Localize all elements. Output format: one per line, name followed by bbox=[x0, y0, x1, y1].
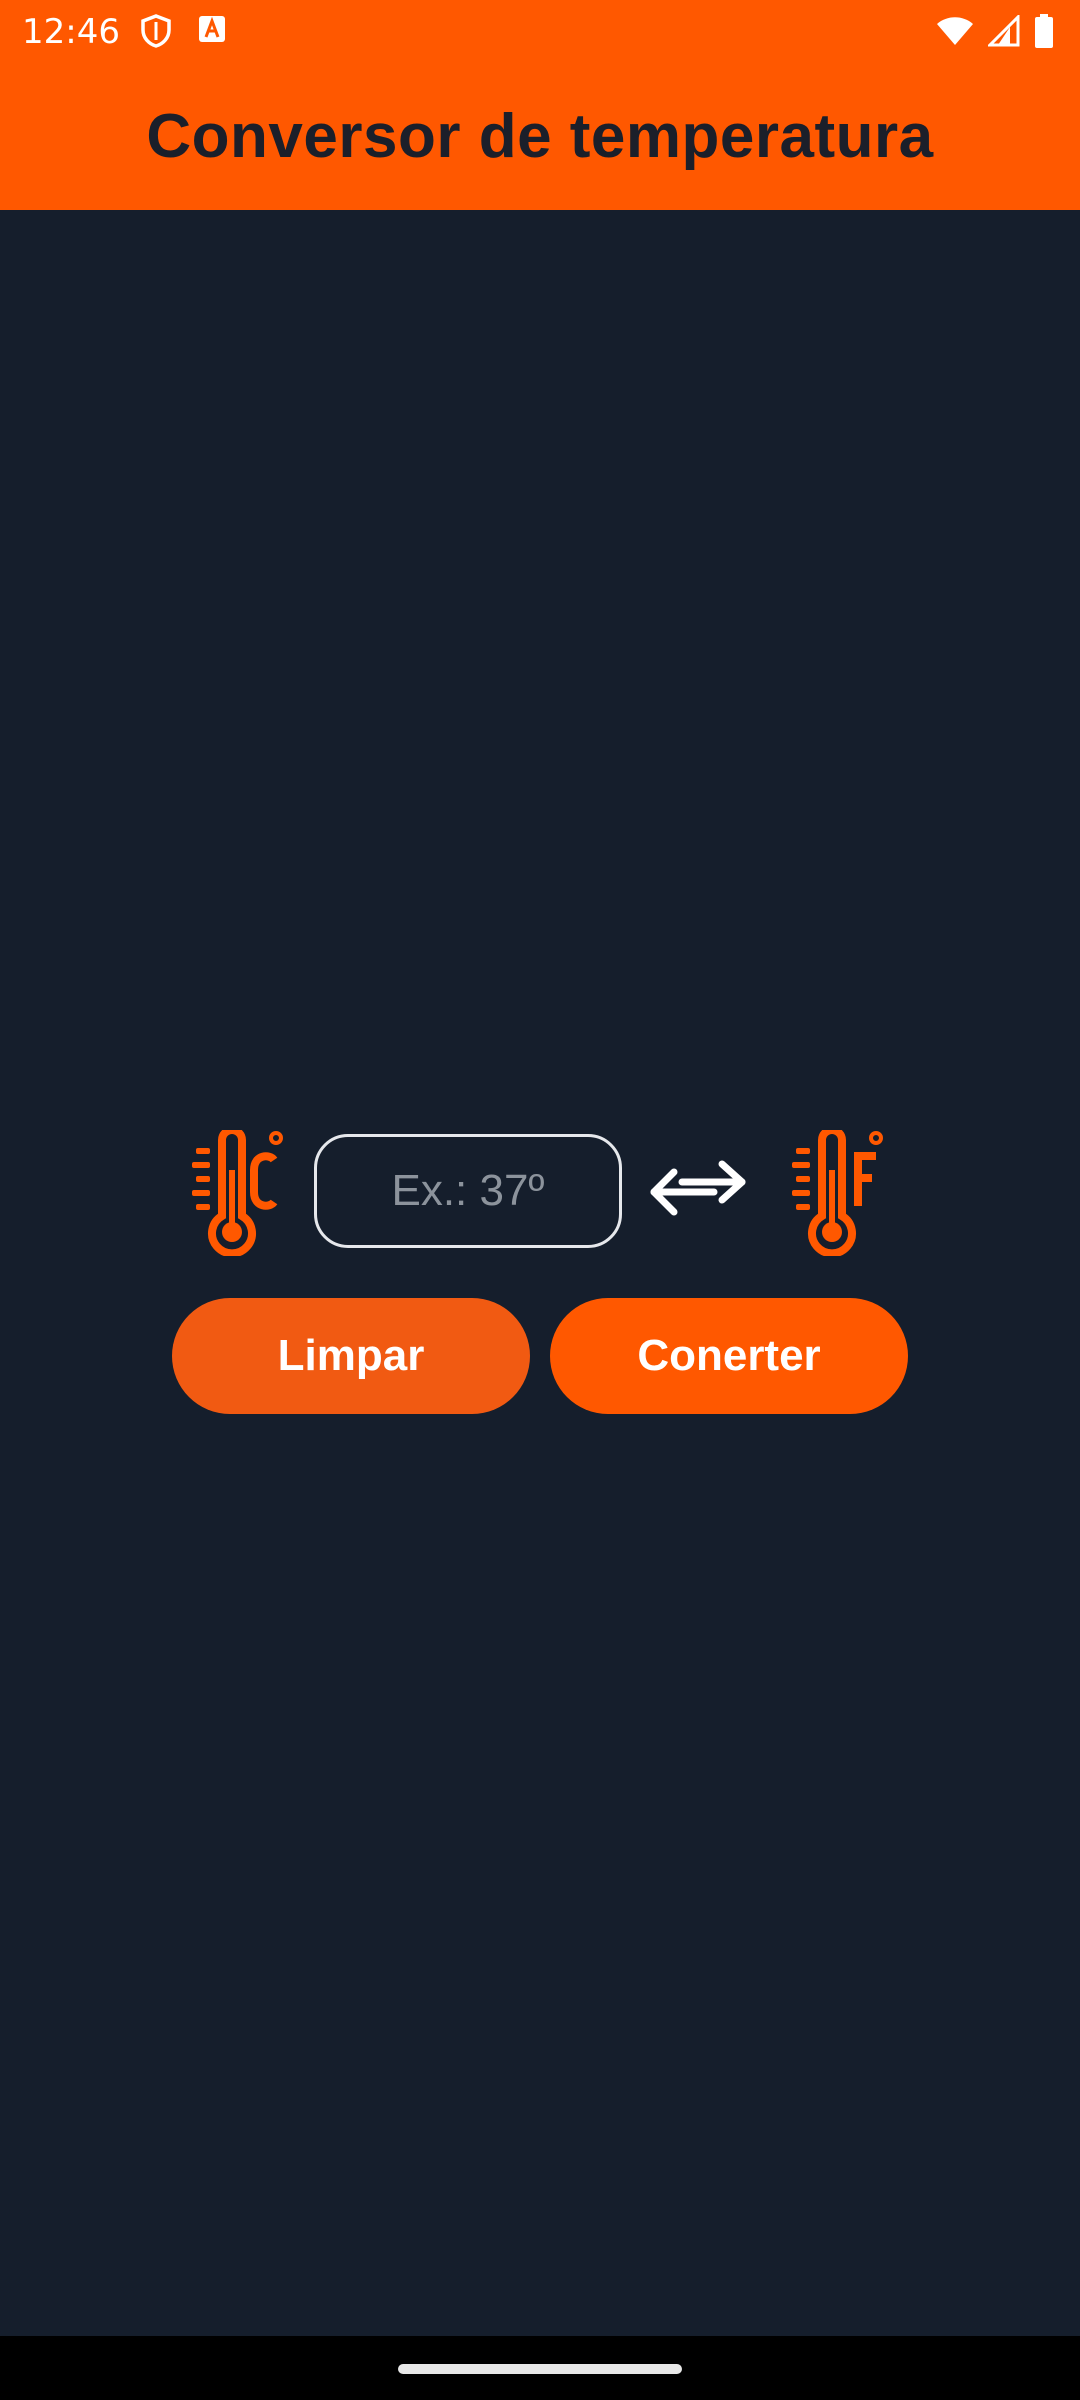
wifi-icon bbox=[937, 17, 973, 45]
shield-icon bbox=[141, 14, 171, 48]
status-right-icons bbox=[936, 14, 1054, 48]
clear-button[interactable]: Limpar bbox=[172, 1298, 530, 1414]
home-gesture-handle[interactable] bbox=[398, 2364, 682, 2374]
convert-button[interactable]: Conerter bbox=[550, 1298, 908, 1414]
converter-row bbox=[0, 1130, 1080, 1260]
thermometer-celsius-icon bbox=[192, 1130, 283, 1256]
signal-icon bbox=[988, 15, 1020, 47]
navigation-bar bbox=[0, 2336, 1080, 2400]
battery-icon bbox=[1035, 14, 1053, 48]
app-title: Conversor de temperatura bbox=[146, 102, 934, 171]
status-left-icons bbox=[140, 14, 226, 48]
temperature-input[interactable] bbox=[314, 1134, 622, 1248]
status-time: 12:46 bbox=[22, 12, 120, 52]
status-bar: 12:46 bbox=[0, 0, 1080, 63]
app-bar: Conversor de temperatura bbox=[0, 63, 1080, 210]
thermometer-fahrenheit-icon bbox=[792, 1130, 883, 1256]
text-a-icon bbox=[199, 16, 225, 42]
swap-arrows-icon[interactable] bbox=[646, 1160, 750, 1224]
